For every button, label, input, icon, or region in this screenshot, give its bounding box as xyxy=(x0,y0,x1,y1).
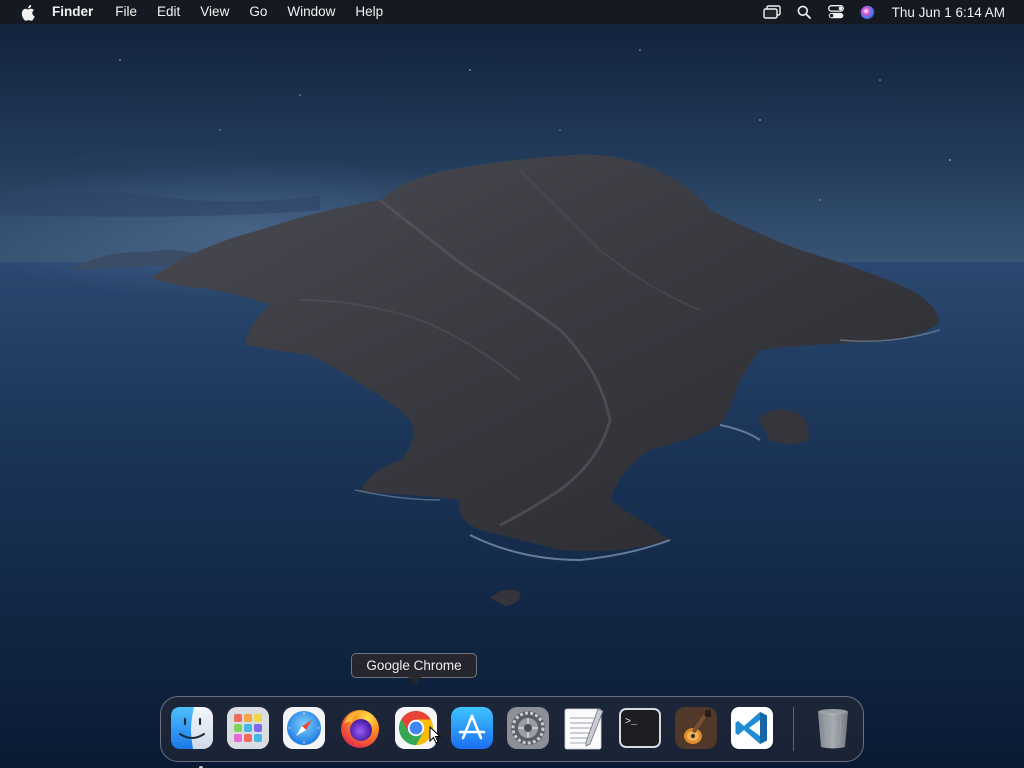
app-store-icon xyxy=(451,707,493,749)
dock-item-system-preferences[interactable] xyxy=(506,706,550,750)
trash-icon xyxy=(818,709,848,749)
finder-icon xyxy=(171,707,213,749)
firefox-icon xyxy=(341,710,379,748)
dock-divider xyxy=(793,707,794,751)
dock-tooltip: Google Chrome xyxy=(351,653,477,685)
svg-text:>_: >_ xyxy=(625,717,638,728)
screen-mirroring-icon[interactable] xyxy=(761,0,783,24)
menu-view[interactable]: View xyxy=(190,0,239,24)
system-preferences-icon xyxy=(507,707,549,749)
textedit-icon xyxy=(564,708,604,750)
safari-icon xyxy=(283,707,325,749)
vscode-icon xyxy=(731,707,773,749)
launchpad-icon xyxy=(227,707,269,749)
dock-item-terminal[interactable]: >_ xyxy=(618,706,662,750)
tooltip-text: Google Chrome xyxy=(366,658,462,673)
menu-go[interactable]: Go xyxy=(239,0,277,24)
dock-item-trash[interactable] xyxy=(811,706,855,750)
dock: >_ xyxy=(160,696,864,768)
menu-bar: Finder File Edit View Go Window Help Thu… xyxy=(0,0,1024,24)
menu-file[interactable]: File xyxy=(105,0,147,24)
menu-bar-clock[interactable]: Thu Jun 1 6:14 AM xyxy=(884,5,1024,20)
desktop-wallpaper xyxy=(0,0,1024,768)
siri-icon[interactable] xyxy=(857,0,879,24)
garageband-icon xyxy=(675,707,717,749)
dock-item-safari[interactable] xyxy=(282,706,326,750)
terminal-icon: >_ xyxy=(619,708,661,748)
dock-item-firefox[interactable] xyxy=(338,706,382,750)
dock-item-garageband[interactable] xyxy=(674,706,718,750)
menu-app-name[interactable]: Finder xyxy=(52,0,105,24)
dock-item-launchpad[interactable] xyxy=(226,706,270,750)
spotlight-search-icon[interactable] xyxy=(793,0,815,24)
dock-item-visual-studio-code[interactable] xyxy=(730,706,774,750)
dock-item-textedit[interactable] xyxy=(562,706,606,750)
menu-help[interactable]: Help xyxy=(345,0,393,24)
dock-item-finder[interactable] xyxy=(170,706,214,768)
dock-item-app-store[interactable] xyxy=(450,706,494,750)
apple-logo-icon[interactable] xyxy=(19,3,35,21)
mouse-pointer-icon xyxy=(429,726,441,744)
control-center-icon[interactable] xyxy=(825,0,847,24)
menu-window[interactable]: Window xyxy=(277,0,345,24)
menu-edit[interactable]: Edit xyxy=(147,0,190,24)
